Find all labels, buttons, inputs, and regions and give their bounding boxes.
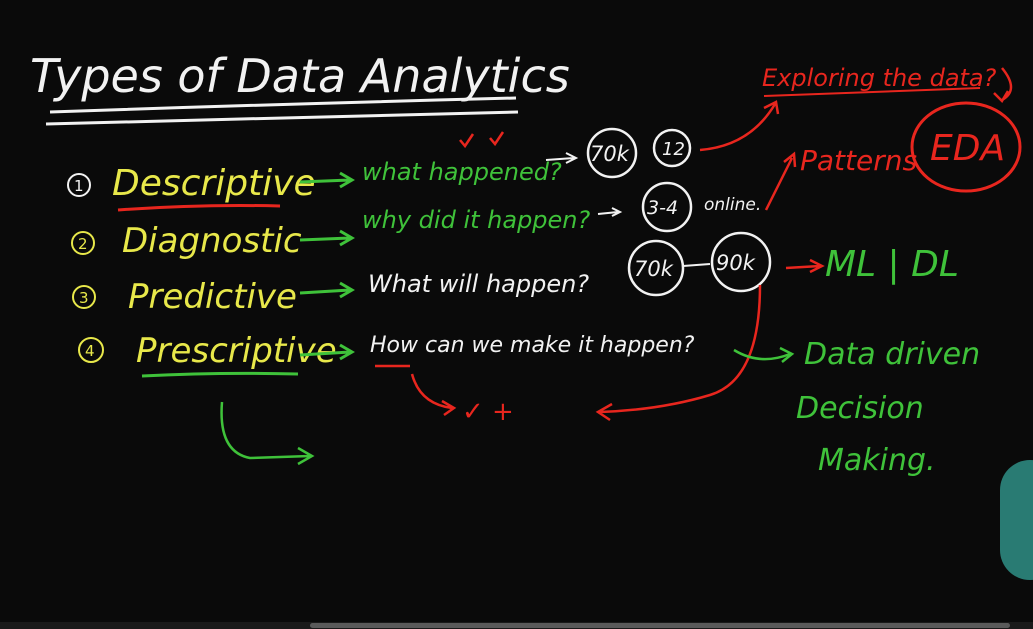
note-decision: Decision <box>796 391 924 426</box>
type-diagnostic: Diagnostic <box>122 221 302 261</box>
note-check-plus: ✓ + <box>462 397 514 427</box>
type-number-2: 2 <box>78 235 88 253</box>
presenter-avatar <box>1000 460 1033 580</box>
note-online: online. <box>704 195 761 215</box>
arrow-to-eda-icon <box>993 67 1013 104</box>
arrow-to-exploring-icon <box>699 100 780 152</box>
note-3-4: 3-4 <box>647 197 678 219</box>
question-make-it-happen: How can we make it happen? <box>370 333 695 358</box>
note-ml-dl: ML | DL <box>825 244 959 285</box>
title: Types of Data Analytics <box>30 49 570 103</box>
note-70k: 70k <box>590 142 630 166</box>
arrow-icon <box>299 281 355 299</box>
note-70k-b: 70k <box>634 257 674 281</box>
descriptive-underline <box>117 204 281 212</box>
scrollbar-thumb[interactable] <box>310 623 1010 628</box>
red-hook-arrow-icon <box>410 373 457 417</box>
note-12: 12 <box>662 139 685 160</box>
note-eda: EDA <box>930 128 1005 169</box>
type-number-1: 1 <box>74 177 84 195</box>
note-data-driven: Data driven <box>804 337 980 372</box>
arrow-to-data-driven-icon <box>733 346 795 363</box>
question-what-happened: what happened? <box>362 158 562 186</box>
arrow-icon <box>299 229 355 247</box>
check-mark-icon <box>459 131 505 149</box>
note-making: Making. <box>818 443 936 478</box>
whiteboard-canvas: Types of Data Analytics 1 Descriptive wh… <box>30 49 1022 478</box>
arrow-icon <box>682 263 711 267</box>
type-number-4: 4 <box>85 342 95 360</box>
type-prescriptive: Prescriptive <box>136 331 337 371</box>
green-hook-arrow-icon <box>220 401 315 466</box>
note-patterns: Patterns <box>800 144 917 177</box>
arrow-to-patterns-icon <box>764 151 797 211</box>
arrow-icon <box>785 258 825 274</box>
horizontal-scrollbar[interactable] <box>0 622 1033 629</box>
type-number-3: 3 <box>79 289 89 307</box>
title-underline-2 <box>45 110 519 126</box>
question-what-will-happen: What will happen? <box>368 270 589 298</box>
type-descriptive: Descriptive <box>112 163 316 204</box>
note-90k: 90k <box>716 251 756 275</box>
arrow-icon <box>597 207 623 217</box>
question-why-happen: why did it happen? <box>362 206 591 234</box>
type-predictive: Predictive <box>128 277 297 317</box>
prescriptive-underline <box>141 371 299 378</box>
